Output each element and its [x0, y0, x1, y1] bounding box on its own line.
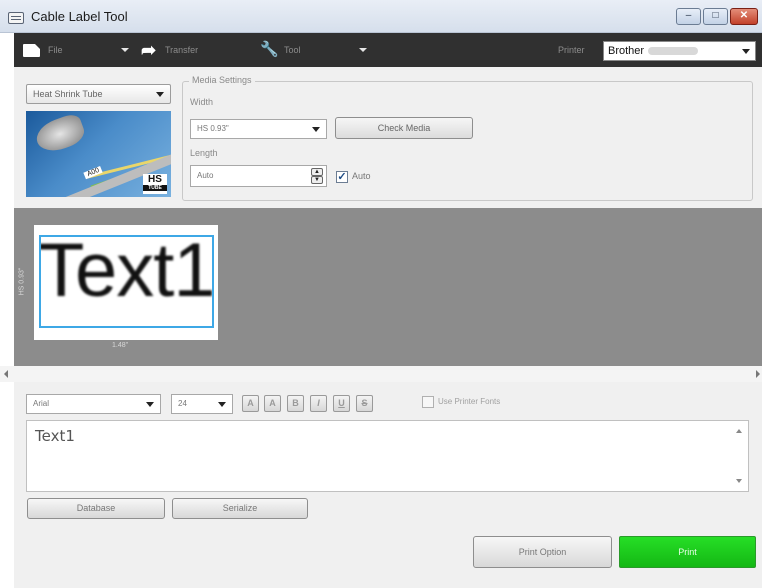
scroll-down-icon[interactable] [736, 479, 742, 483]
font-select-value: Arial [33, 399, 50, 408]
tool-menu-label: Tool [284, 45, 301, 55]
file-menu-button[interactable]: File [23, 33, 63, 67]
font-select[interactable]: Arial [26, 394, 161, 414]
label-height-dimension: HS 0.93" [18, 267, 26, 296]
length-input-value: Auto [197, 171, 214, 180]
width-select-value: HS 0.93" [197, 124, 229, 133]
width-select[interactable]: HS 0.93" [190, 119, 327, 139]
file-dropdown-chevron-icon[interactable] [121, 48, 129, 52]
label-width-dimension: 1.48" [112, 342, 129, 349]
horizontal-scrollbar[interactable] [0, 366, 762, 382]
use-printer-fonts-checkbox[interactable] [422, 396, 434, 408]
transfer-button[interactable]: ➦ Transfer [141, 33, 198, 67]
label-text-editor[interactable]: Text1 [26, 420, 749, 492]
tool-dropdown-chevron-icon[interactable] [359, 48, 367, 52]
hs-logo-sub: TUBE [143, 185, 167, 191]
label-preview-area: Text1 HS 0.93" 1.48" [14, 208, 762, 366]
close-button[interactable]: ✕ [730, 8, 758, 25]
printer-select-value: Brother [608, 45, 645, 57]
length-label: Length [190, 148, 218, 158]
spin-down-icon[interactable]: ▼ [311, 176, 323, 184]
font-size-select[interactable]: 24 [171, 394, 233, 414]
heat-gun-image [32, 111, 88, 157]
settings-panel: Heat Shrink Tube A00 HS TUBE Media Settin… [14, 67, 762, 208]
title-bar: Cable Label Tool – □ ✕ [0, 0, 762, 33]
chevron-down-icon [742, 49, 750, 54]
check-media-button[interactable]: Check Media [335, 117, 473, 139]
wrench-icon: 🔧 [260, 41, 279, 58]
use-printer-fonts-label: Use Printer Fonts [438, 397, 501, 406]
text-object-selection[interactable]: Text1 [39, 235, 214, 328]
media-type-value: Heat Shrink Tube [33, 89, 103, 99]
label-text: Text1 [39, 235, 214, 313]
minimize-button[interactable]: – [676, 8, 701, 25]
scroll-up-icon[interactable] [736, 429, 742, 433]
tool-menu-button[interactable]: 🔧 Tool [260, 33, 301, 67]
shrink-font-button[interactable]: A [264, 395, 281, 412]
database-button[interactable]: Database [27, 498, 165, 519]
file-icon [23, 43, 40, 57]
maximize-button[interactable]: □ [703, 8, 728, 25]
printer-select[interactable]: Brother [603, 41, 756, 61]
strikethrough-button[interactable]: S [356, 395, 373, 412]
editor-text: Text1 [35, 427, 75, 445]
main-toolbar: File ➦ Transfer 🔧 Tool Printer Brother [14, 33, 762, 67]
media-settings-group: Media Settings Width HS 0.93" Check Medi… [182, 75, 753, 201]
print-option-button[interactable]: Print Option [473, 536, 612, 568]
chevron-down-icon [156, 92, 164, 97]
media-type-select[interactable]: Heat Shrink Tube [26, 84, 171, 104]
printer-model-redacted [648, 47, 699, 56]
window-title: Cable Label Tool [31, 9, 128, 24]
italic-button[interactable]: I [310, 395, 327, 412]
printer-label: Printer [558, 45, 585, 55]
print-button[interactable]: Print [619, 536, 756, 568]
transfer-arrow-icon: ➦ [141, 40, 157, 60]
chevron-down-icon [218, 402, 226, 407]
scroll-right-icon[interactable] [756, 370, 760, 378]
hs-tube-logo: HS TUBE [143, 174, 167, 194]
file-menu-label: File [48, 45, 63, 55]
font-size-value: 24 [178, 399, 187, 408]
auto-label: Auto [352, 171, 371, 181]
serialize-button[interactable]: Serialize [172, 498, 308, 519]
spin-up-icon[interactable]: ▲ [311, 168, 323, 176]
scroll-left-icon[interactable] [4, 370, 8, 378]
grow-font-button[interactable]: A [242, 395, 259, 412]
length-spinner[interactable]: ▲ ▼ [311, 168, 323, 184]
length-input[interactable]: Auto ▲ ▼ [190, 165, 327, 187]
hs-logo-text: HS [148, 174, 162, 185]
text-edit-panel: Arial 24 A A B I U S Use Printer Fonts T… [14, 382, 762, 588]
chevron-down-icon [146, 402, 154, 407]
label-card[interactable]: Text1 [34, 225, 218, 340]
chevron-down-icon [312, 127, 320, 132]
bold-button[interactable]: B [287, 395, 304, 412]
auto-checkbox[interactable]: ✓ [336, 171, 348, 183]
media-settings-title: Media Settings [189, 75, 255, 85]
underline-button[interactable]: U [333, 395, 350, 412]
app-printer-icon [8, 12, 24, 24]
media-thumbnail: A00 HS TUBE [26, 111, 171, 197]
width-label: Width [190, 97, 214, 107]
transfer-label: Transfer [165, 45, 199, 55]
